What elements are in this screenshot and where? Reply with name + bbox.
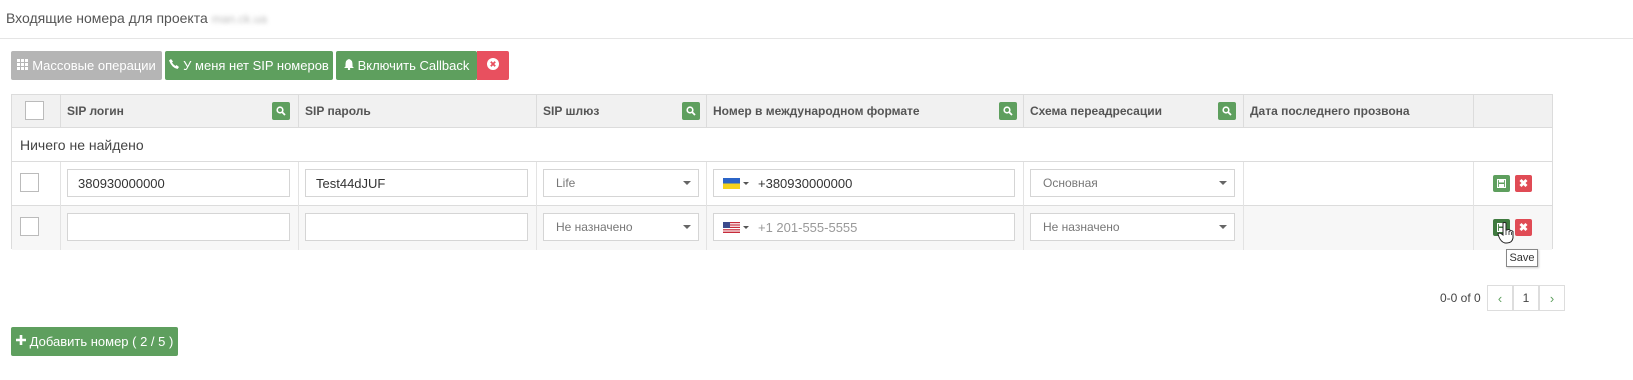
close-circle-icon — [487, 58, 499, 73]
empty-state-row: Ничего не найдено — [12, 128, 1552, 162]
floppy-icon — [1497, 179, 1506, 188]
chevron-left-icon: ‹ — [1497, 290, 1503, 306]
search-icon[interactable] — [272, 102, 290, 120]
no-sip-numbers-label: У меня нет SIP номеров — [183, 58, 329, 73]
column-label: SIP логин — [67, 104, 124, 118]
bulk-operations-label: Массовые операции — [32, 58, 156, 73]
search-icon[interactable] — [999, 102, 1017, 120]
chevron-right-icon: › — [1549, 290, 1555, 306]
cell-divider — [536, 206, 537, 250]
table-header: SIP логин SIP пароль SIP шлюз Номер в ме… — [12, 95, 1552, 128]
column-sip-login: SIP логин — [60, 95, 298, 128]
cell-divider — [706, 162, 707, 206]
column-label: Номер в международном формате — [713, 104, 920, 118]
add-number-button[interactable]: Добавить номер ( 2 / 5 ) — [11, 327, 178, 356]
chevron-down-icon — [743, 226, 749, 229]
pagination-info: 0-0 of 0 — [1440, 291, 1481, 305]
select-value: Life — [556, 176, 576, 190]
cell-divider — [706, 206, 707, 250]
cell-divider — [60, 206, 61, 250]
row-checkbox[interactable] — [20, 173, 39, 192]
chevron-down-icon — [1219, 225, 1227, 229]
usa-flag-icon[interactable] — [723, 222, 740, 233]
title-divider — [0, 38, 1633, 39]
bell-icon — [343, 58, 354, 73]
phone-value: +380930000000 — [758, 176, 853, 191]
enable-callback-button[interactable]: Включить Callback — [336, 51, 477, 80]
phone-icon — [169, 59, 180, 72]
cell-divider — [1243, 162, 1244, 206]
cell-divider — [1243, 206, 1244, 250]
delete-button[interactable]: ✖ — [1515, 219, 1532, 236]
sip-password-input[interactable] — [305, 213, 528, 241]
select-value: Не назначено — [556, 220, 633, 234]
column-last-call-date: Дата последнего прозвона — [1243, 95, 1473, 128]
disable-callback-button[interactable] — [477, 51, 509, 80]
sip-password-input[interactable]: Test44dJUF — [305, 169, 528, 197]
close-icon: ✖ — [1518, 178, 1529, 190]
hand-cursor-icon — [1497, 222, 1514, 244]
forwarding-scheme-select[interactable]: Не назначено — [1030, 213, 1235, 241]
column-sip-password: SIP пароль — [298, 95, 536, 128]
bulk-operations-button[interactable]: Массовые операции — [11, 51, 162, 80]
column-sip-gateway: SIP шлюз — [536, 95, 706, 128]
numbers-table: SIP логин SIP пароль SIP шлюз Номер в ме… — [11, 94, 1553, 250]
ukraine-flag-icon[interactable] — [723, 178, 740, 189]
column-label: SIP пароль — [305, 104, 371, 118]
no-sip-numbers-button[interactable]: У меня нет SIP номеров — [165, 51, 333, 80]
cell-divider — [1023, 162, 1024, 206]
page-number: 1 — [1522, 291, 1530, 305]
phone-placeholder: +1 201-555-5555 — [758, 220, 858, 235]
column-forwarding-scheme: Схема переадресации — [1023, 95, 1243, 128]
cell-divider — [298, 162, 299, 206]
cell-divider — [60, 162, 61, 206]
chevron-down-icon — [743, 182, 749, 185]
page-number-button[interactable]: 1 — [1513, 285, 1539, 311]
delete-button[interactable]: ✖ — [1515, 175, 1532, 192]
plus-icon — [15, 335, 26, 348]
save-tooltip: Save — [1506, 249, 1538, 267]
column-international-number: Номер в международном формате — [706, 95, 1023, 128]
sip-gateway-select[interactable]: Не назначено — [543, 213, 699, 241]
phone-input[interactable]: +380930000000 — [713, 169, 1015, 197]
cell-divider — [1023, 206, 1024, 250]
add-number-label: Добавить номер ( 2 / 5 ) — [29, 334, 174, 349]
table-row: Не назначено +1 201-555-5555 Не назначен… — [12, 206, 1552, 250]
chevron-down-icon — [683, 225, 691, 229]
chevron-down-icon — [683, 181, 691, 185]
page-title-text: Входящие номера для проекта — [6, 10, 208, 26]
select-all-checkbox[interactable] — [25, 101, 44, 120]
grid-icon — [17, 58, 29, 73]
cell-divider — [1473, 162, 1474, 206]
page-title: Входящие номера для проекта man.ck.ua — [6, 10, 267, 26]
cell-divider — [298, 206, 299, 250]
phone-input[interactable]: +1 201-555-5555 — [713, 213, 1015, 241]
cell-divider — [536, 162, 537, 206]
sip-gateway-select[interactable]: Life — [543, 169, 699, 197]
column-label: Схема переадресации — [1030, 104, 1162, 118]
table-row: 380930000000 Test44dJUF Life +3809300000… — [12, 162, 1552, 206]
close-icon: ✖ — [1518, 222, 1529, 234]
chevron-down-icon — [1219, 181, 1227, 185]
empty-state-text: Ничего не найдено — [20, 137, 144, 153]
enable-callback-label: Включить Callback — [357, 58, 470, 73]
select-value: Основная — [1043, 176, 1098, 190]
search-icon[interactable] — [1218, 102, 1236, 120]
column-label: SIP шлюз — [543, 104, 600, 118]
forwarding-scheme-select[interactable]: Основная — [1030, 169, 1235, 197]
row-checkbox[interactable] — [20, 217, 39, 236]
project-name: man.ck.ua — [211, 12, 268, 26]
search-icon[interactable] — [682, 102, 700, 120]
cell-divider — [1473, 206, 1474, 250]
next-page-button[interactable]: › — [1539, 285, 1565, 311]
prev-page-button[interactable]: ‹ — [1487, 285, 1513, 311]
select-value: Не назначено — [1043, 220, 1120, 234]
sip-login-input[interactable] — [67, 213, 290, 241]
save-button[interactable] — [1493, 175, 1510, 192]
column-label: Дата последнего прозвона — [1250, 104, 1410, 118]
column-actions — [1473, 95, 1552, 128]
sip-login-input[interactable]: 380930000000 — [67, 169, 290, 197]
